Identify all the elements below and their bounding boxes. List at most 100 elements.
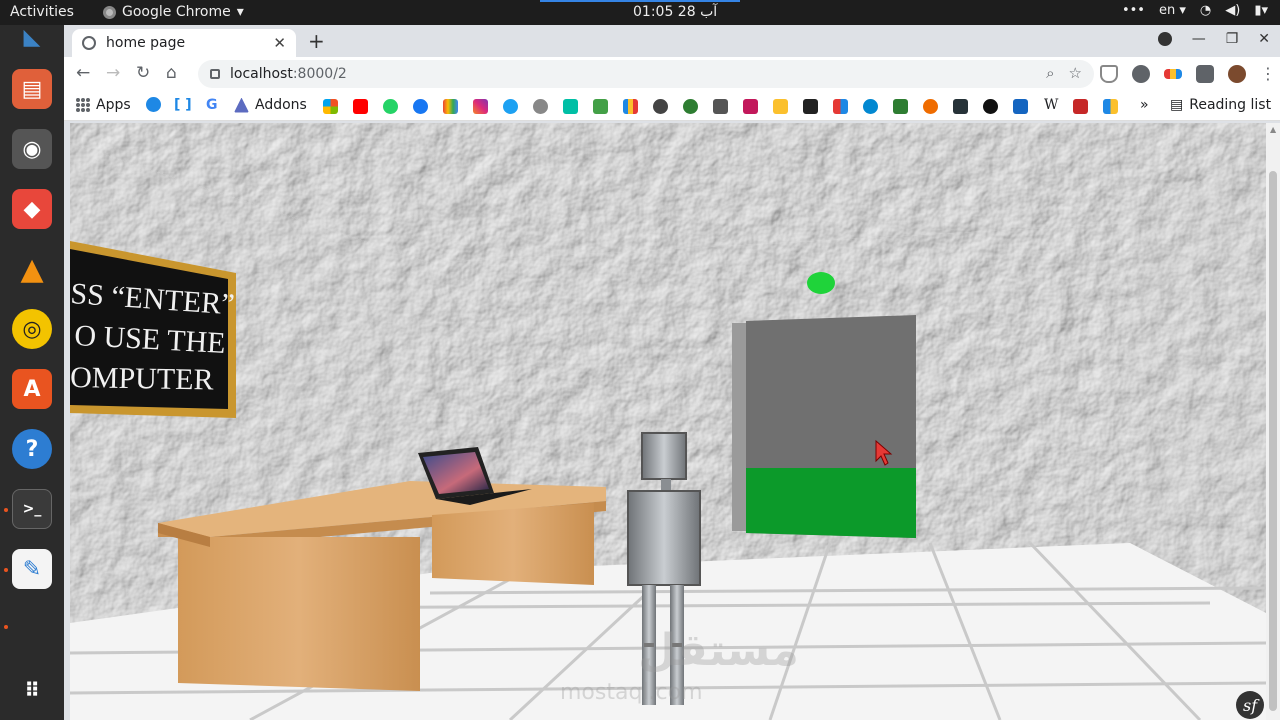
analytics-extension-icon[interactable] <box>1164 68 1182 79</box>
language-indicator[interactable]: en ▾ <box>1159 3 1186 18</box>
reload-button[interactable]: ↻ <box>136 63 150 83</box>
impress-icon[interactable]: ▤ <box>12 69 52 109</box>
bookmark-instagram-icon[interactable] <box>473 99 488 114</box>
bookmark-gg-icon[interactable] <box>893 99 908 114</box>
running-indicator <box>4 508 8 512</box>
forward-button[interactable]: → <box>106 63 120 83</box>
reading-list-icon: ▤ <box>1170 97 1184 113</box>
bookmark-brackets-icon[interactable]: [ ] <box>174 97 192 113</box>
gear-extension-icon[interactable] <box>1132 64 1150 83</box>
clock[interactable]: 01:05 28 آب <box>633 4 717 20</box>
bookmark-addons[interactable]: Addons <box>234 97 307 113</box>
minimize-button[interactable]: — <box>1192 31 1206 47</box>
bookmarks-bar: Apps [ ] G Addons W » ▤ Reading list <box>64 91 1280 121</box>
shield-extension-icon[interactable] <box>1100 64 1118 83</box>
bookmark-microsoft-icon[interactable] <box>323 99 338 114</box>
window-controls: — ❐ ✕ <box>1157 31 1270 47</box>
dock: ◣ ▤ ◉ ◆ ▲ ◎ A ? >_ ✎ ⠿ <box>0 25 64 720</box>
sign-line-3: OMPUTER <box>70 361 214 396</box>
back-button[interactable]: ← <box>76 63 90 83</box>
volume-icon[interactable]: ◀) <box>1225 3 1240 18</box>
running-indicator <box>4 568 8 572</box>
bookmark-udemy-icon[interactable] <box>743 99 758 114</box>
terminal-icon[interactable]: >_ <box>12 489 52 529</box>
corner-badge[interactable]: sf <box>1236 691 1264 719</box>
system-tray[interactable]: ••• en ▾ ◔ ◀) ▮▾ <box>1122 3 1268 18</box>
gimp-icon[interactable]: ◉ <box>12 129 52 169</box>
battery-icon[interactable]: ▮▾ <box>1254 3 1268 18</box>
activities-button[interactable]: Activities <box>10 4 74 20</box>
bookmark-youtube-icon[interactable] <box>353 99 368 114</box>
bookmark-orange-icon[interactable] <box>923 99 938 114</box>
bookmark-icon-blue-circle[interactable] <box>146 97 161 112</box>
page-scrollbar[interactable]: ▲ <box>1266 123 1280 720</box>
vlc-icon[interactable]: ▲ <box>12 249 52 289</box>
reading-list-button[interactable]: ▤ Reading list <box>1170 97 1271 113</box>
bookmark-chart-icon[interactable] <box>623 99 638 114</box>
bookmark-a-icon[interactable] <box>803 99 818 114</box>
addons-icon <box>234 97 249 113</box>
vscode-icon[interactable]: ◣ <box>12 25 52 50</box>
text-editor-icon[interactable]: ✎ <box>12 549 52 589</box>
address-bar[interactable]: localhost:8000/2 ⌕ ☆ <box>198 60 1094 88</box>
bookmark-bars-icon[interactable] <box>833 99 848 114</box>
close-window-button[interactable]: ✕ <box>1258 31 1270 47</box>
scrollbar-thumb[interactable] <box>1269 171 1277 711</box>
new-tab-button[interactable]: + <box>308 29 325 53</box>
bookmark-twitter-icon[interactable] <box>503 99 518 114</box>
green-light <box>807 272 835 294</box>
bookmark-github-icon[interactable] <box>983 99 998 114</box>
menu-icon[interactable]: ⋮ <box>1260 64 1276 83</box>
bookmark-gear-icon[interactable] <box>533 99 548 114</box>
doorway[interactable] <box>732 315 916 538</box>
bookmark-folder-icon[interactable] <box>773 99 788 114</box>
globe-icon <box>82 36 96 50</box>
bookmark-h-icon[interactable] <box>683 99 698 114</box>
tab-strip: home page ✕ + — ❐ ✕ <box>64 25 1280 57</box>
anydesk-icon[interactable]: ◆ <box>12 189 52 229</box>
bookmark-s-icon[interactable] <box>863 99 878 114</box>
url-path: :8000/2 <box>292 66 347 82</box>
software-center-icon[interactable]: A <box>12 369 52 409</box>
watermark-latin: mostaql.com <box>560 680 703 705</box>
bookmark-cube-icon[interactable] <box>563 99 578 114</box>
game-canvas[interactable]: SS “ENTER” O USE THE OMPUTER مستقل mosta… <box>70 123 1266 720</box>
bookmark-word-icon[interactable] <box>1013 99 1028 114</box>
chrome-icon <box>103 5 116 19</box>
bookmark-globe-icon[interactable] <box>653 99 668 114</box>
bookmark-whatsapp-icon[interactable] <box>383 99 398 114</box>
avatar[interactable] <box>1228 64 1246 83</box>
bookmark-cc-icon[interactable] <box>713 99 728 114</box>
bookmarks-overflow-button[interactable]: » <box>1140 97 1149 113</box>
zoom-icon[interactable]: ⌕ <box>1046 64 1054 82</box>
chrome-window: home page ✕ + — ❐ ✕ ← → ↻ ⌂ localhost:80… <box>64 25 1280 720</box>
right-wall-texture <box>1130 143 1266 613</box>
watermark-arabic: مستقل <box>638 625 799 676</box>
bookmark-facebook-icon[interactable] <box>413 99 428 114</box>
close-tab-icon[interactable]: ✕ <box>273 34 286 52</box>
home-button[interactable]: ⌂ <box>166 63 177 83</box>
bookmark-wikipedia-icon[interactable]: W <box>1044 97 1058 113</box>
tab-home-page[interactable]: home page ✕ <box>72 29 296 57</box>
bookmark-apps[interactable]: Apps <box>76 97 131 113</box>
rhythmbox-icon[interactable]: ◎ <box>12 309 52 349</box>
bookmark-red-chart-icon[interactable] <box>1073 99 1088 114</box>
bookmark-google-icon[interactable]: G <box>206 97 218 113</box>
info-icon[interactable] <box>210 69 220 79</box>
apps-grid-icon <box>76 98 90 112</box>
bookmark-star-icon[interactable]: ☆ <box>1069 64 1082 82</box>
url-host: localhost <box>230 66 293 82</box>
bookmark-w-icon[interactable] <box>593 99 608 114</box>
restore-button[interactable]: ❐ <box>1226 31 1239 47</box>
wifi-icon[interactable]: ◔ <box>1200 3 1211 18</box>
tab-search-icon[interactable] <box>1157 32 1172 46</box>
scroll-up-arrow[interactable]: ▲ <box>1270 125 1276 134</box>
more-icon[interactable]: ••• <box>1122 3 1145 18</box>
help-icon[interactable]: ? <box>12 429 52 469</box>
app-menu[interactable]: Google Chrome ▾ <box>103 4 244 20</box>
show-apps-icon[interactable]: ⠿ <box>12 670 52 710</box>
bookmark-hackerrank-icon[interactable] <box>953 99 968 114</box>
bookmark-gmail-icon[interactable] <box>443 99 458 114</box>
bookmark-multi-icon[interactable] <box>1103 99 1118 114</box>
puzzle-icon[interactable] <box>1196 64 1214 83</box>
